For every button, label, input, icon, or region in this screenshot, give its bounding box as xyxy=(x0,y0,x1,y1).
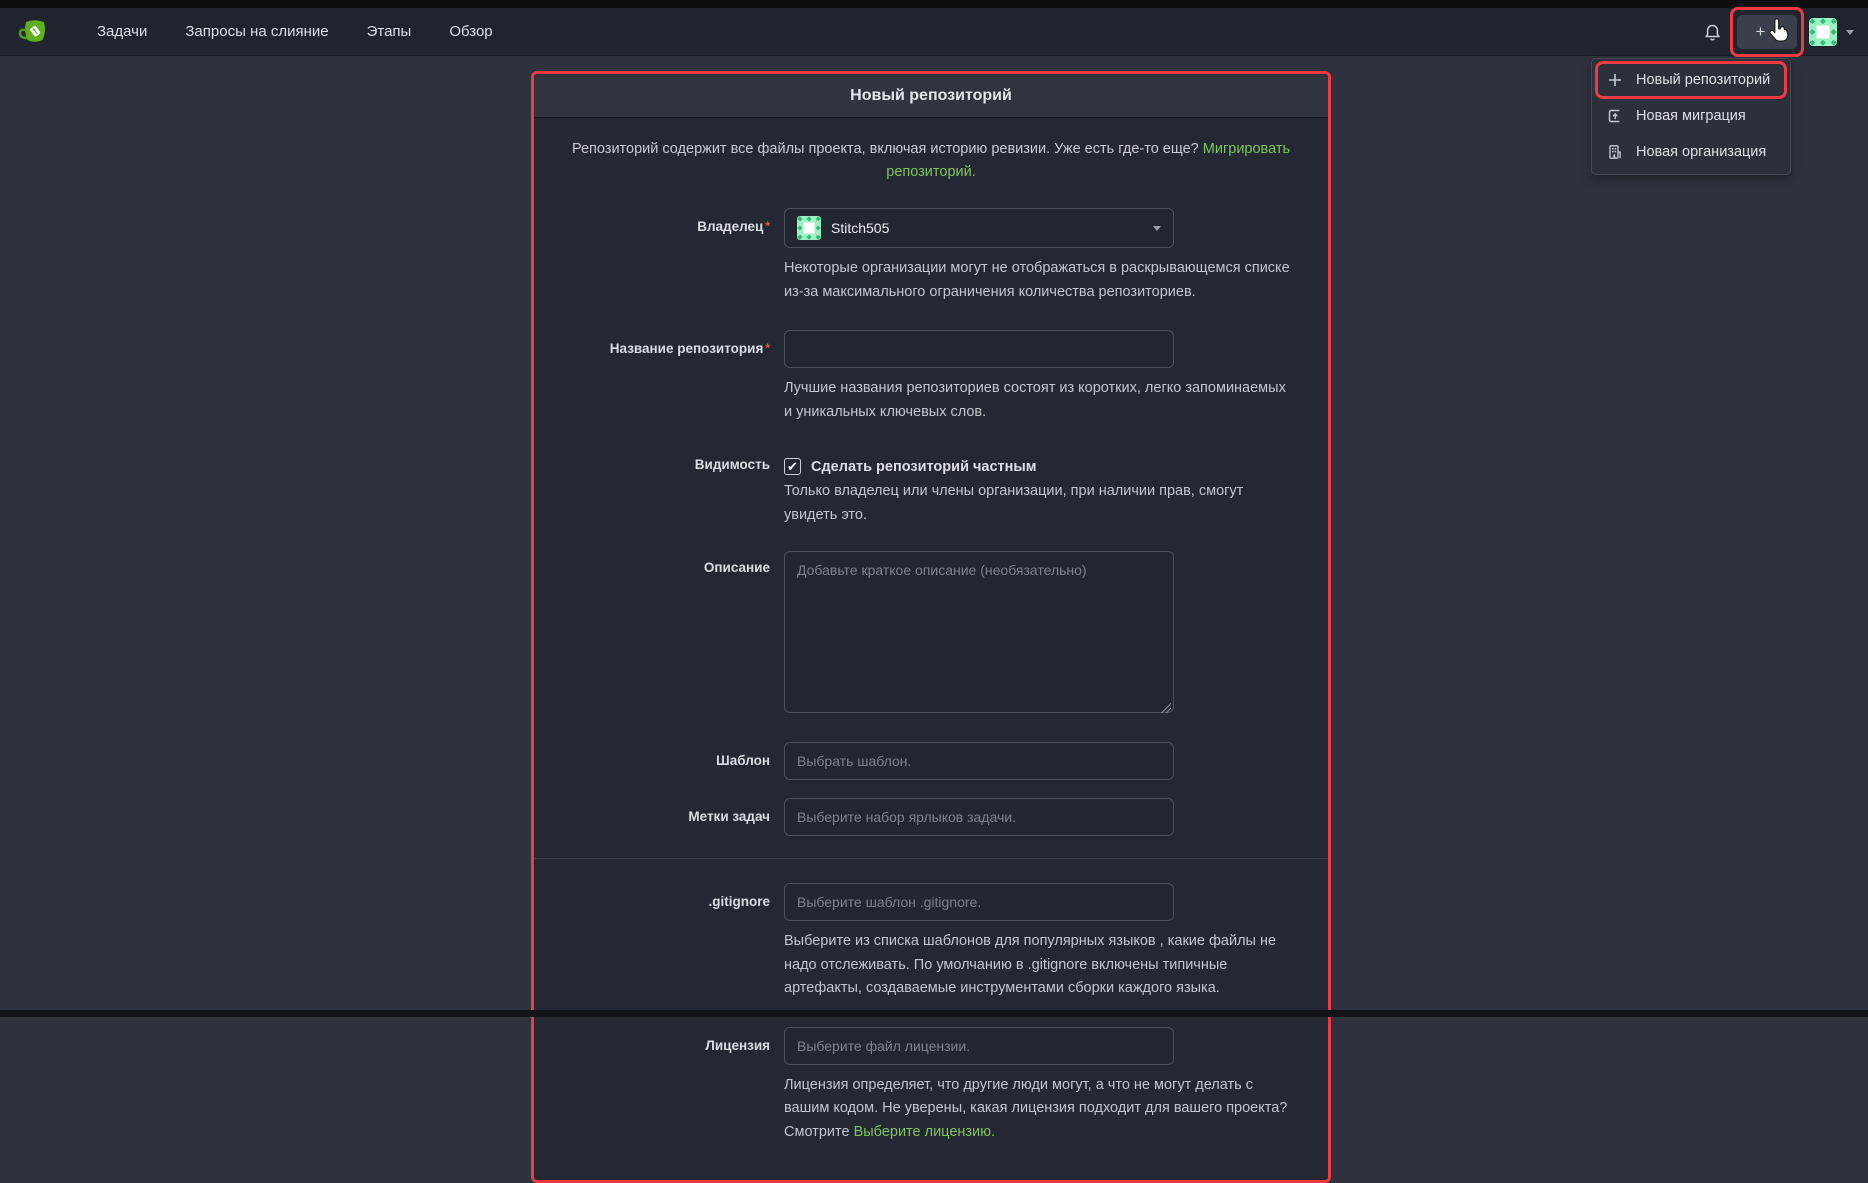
menu-item-label: Новая организация xyxy=(1636,144,1766,160)
private-checkbox-label[interactable]: Сделать репозиторий частным xyxy=(811,459,1037,475)
owner-selected-value: Stitch505 xyxy=(831,220,1143,236)
navbar: Задачи Запросы на слияние Этапы Обзор + xyxy=(0,8,1868,56)
window-bottom-edge xyxy=(0,1010,1868,1017)
notifications-bell-icon[interactable] xyxy=(1697,17,1727,47)
owner-avatar xyxy=(797,216,821,240)
create-new-wrap: + xyxy=(1737,15,1797,49)
create-dropdown-menu: Новый репозиторий Новая миграция Новая о… xyxy=(1591,58,1791,175)
nav-links: Задачи Запросы на слияние Этапы Обзор xyxy=(78,8,512,56)
license-input[interactable] xyxy=(784,1027,1174,1065)
description-textarea[interactable] xyxy=(784,551,1174,713)
license-row: Лицензия Лицензия определяет, что другие… xyxy=(554,1027,1308,1144)
user-menu-chevron-down-icon[interactable] xyxy=(1846,30,1854,35)
license-help-text: Лицензия определяет, что другие люди мог… xyxy=(784,1074,1292,1144)
page-title: Новый репозиторий xyxy=(850,87,1012,105)
nav-item-issues[interactable]: Задачи xyxy=(78,8,166,56)
owner-label: Владелец* xyxy=(554,208,784,304)
gitignore-input[interactable] xyxy=(784,883,1174,921)
intro-text: Репозиторий содержит все файлы проекта, … xyxy=(572,141,1199,157)
repo-name-input[interactable] xyxy=(784,330,1174,368)
form-body: Репозиторий содержит все файлы проекта, … xyxy=(534,118,1328,1180)
description-label: Описание xyxy=(554,551,784,718)
menu-item-label: Новый репозиторий xyxy=(1636,72,1770,88)
plus-icon xyxy=(1606,72,1623,89)
issue-labels-row: Метки задач xyxy=(554,798,1308,836)
choose-license-link[interactable]: Выберите лицензию. xyxy=(854,1124,995,1140)
nav-item-milestones[interactable]: Этапы xyxy=(348,8,431,56)
menu-item-new-repository[interactable]: Новый репозиторий xyxy=(1592,62,1790,98)
mouse-cursor-hand xyxy=(1764,18,1791,48)
organization-icon xyxy=(1606,144,1623,161)
gitignore-row: .gitignore Выберите из списка шаблонов д… xyxy=(554,883,1308,1000)
gitignore-help-text: Выберите из списка шаблонов для популярн… xyxy=(784,930,1292,1000)
owner-row: Владелец* xyxy=(554,208,1308,304)
template-label: Шаблон xyxy=(554,742,784,780)
menu-item-label: Новая миграция xyxy=(1636,108,1746,124)
template-row: Шаблон xyxy=(554,742,1308,780)
repo-name-label: Название репозитория* xyxy=(554,330,784,424)
template-input[interactable] xyxy=(784,742,1174,780)
migration-icon xyxy=(1606,108,1623,125)
required-asterisk: * xyxy=(765,219,770,233)
description-row: Описание xyxy=(554,551,1308,718)
section-divider xyxy=(534,858,1328,859)
repo-name-row: Название репозитория* Лучшие названия ре… xyxy=(554,330,1308,424)
nav-item-pull-requests[interactable]: Запросы на слияние xyxy=(166,8,347,56)
form-intro: Репозиторий содержит все файлы проекта, … xyxy=(560,138,1302,184)
issue-labels-input[interactable] xyxy=(784,798,1174,836)
menu-item-new-organization[interactable]: Новая организация xyxy=(1592,134,1790,170)
gitea-logo-icon[interactable] xyxy=(18,16,50,48)
nav-item-explore[interactable]: Обзор xyxy=(430,8,511,56)
visibility-row: Видимость Сделать репозиторий частным То… xyxy=(554,450,1308,527)
owner-select[interactable]: Stitch505 xyxy=(784,208,1174,248)
user-avatar[interactable] xyxy=(1809,18,1837,46)
visibility-label: Видимость xyxy=(554,450,784,527)
form-header: Новый репозиторий xyxy=(534,74,1328,118)
issue-labels-label: Метки задач xyxy=(554,798,784,836)
license-label: Лицензия xyxy=(554,1027,784,1144)
gitignore-label: .gitignore xyxy=(554,883,784,1000)
chevron-down-icon xyxy=(1153,226,1161,231)
owner-help-text: Некоторые организации могут не отображат… xyxy=(784,257,1292,304)
menu-item-new-migration[interactable]: Новая миграция xyxy=(1592,98,1790,134)
navbar-right: + xyxy=(1697,8,1854,56)
resize-grip-icon[interactable] xyxy=(1160,702,1171,713)
private-checkbox[interactable] xyxy=(784,458,801,475)
visibility-help-text: Только владелец или члены организации, п… xyxy=(784,480,1292,527)
repo-name-help-text: Лучшие названия репозиториев состоят из … xyxy=(784,377,1292,424)
required-asterisk: * xyxy=(765,341,770,355)
